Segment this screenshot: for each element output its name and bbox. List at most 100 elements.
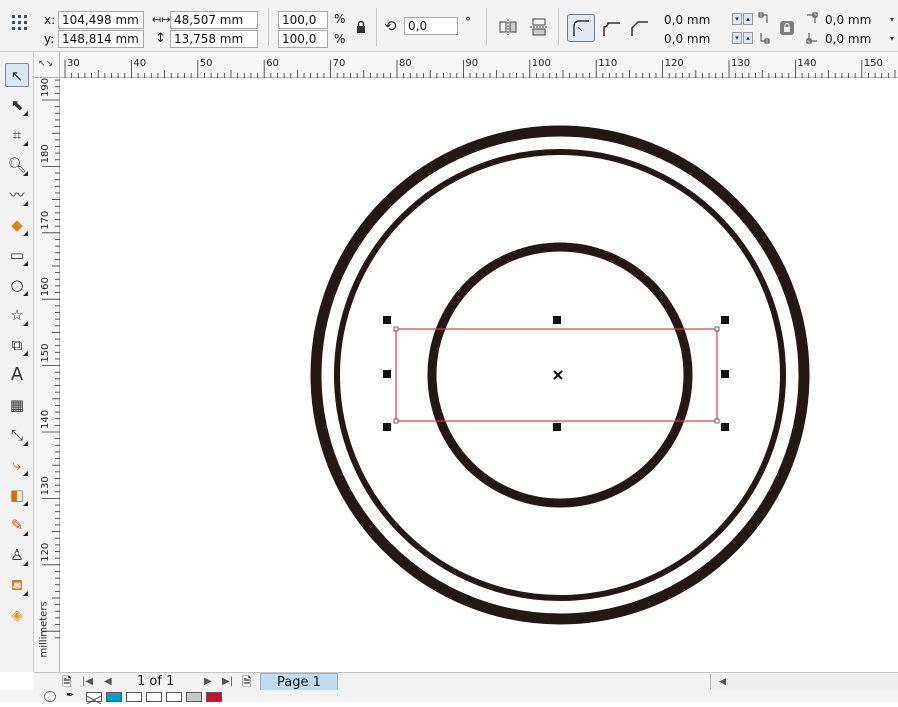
outline-pen-button[interactable]: ♙ <box>5 543 29 567</box>
smart-fill-button[interactable]: ◆ <box>5 213 29 237</box>
chamfered-corner-button[interactable] <box>628 16 650 38</box>
ruler-label: 70 <box>333 58 346 69</box>
rectangle-tool-button[interactable]: ▭ <box>5 243 29 267</box>
scalloped-corner-button[interactable] <box>600 16 622 38</box>
y-position-field[interactable]: 148,814 mm <box>58 30 144 48</box>
no-color-swatch[interactable] <box>86 692 102 705</box>
color-swatch[interactable] <box>186 692 202 702</box>
spin-up-icon[interactable]: ▴ <box>743 13 753 25</box>
first-page-icon[interactable]: |◀ <box>82 674 94 690</box>
percent-y-label: % <box>334 32 346 46</box>
previous-page-icon[interactable]: ◀ <box>104 674 114 690</box>
basic-shapes-button[interactable]: ⧉ <box>5 333 29 357</box>
fill-bucket-button[interactable]: ⛾ <box>5 573 29 597</box>
fill-bucket-icon: ⛾ <box>10 576 24 594</box>
scroll-left-icon[interactable]: ◀ <box>719 674 726 690</box>
table-tool-icon: ▦ <box>9 396 25 414</box>
middle-ring-circle[interactable] <box>334 149 786 601</box>
color-swatch[interactable] <box>106 692 122 702</box>
ruler-unit-label: millimeters <box>38 601 50 658</box>
width-field[interactable]: 48,507 mm <box>170 11 258 29</box>
color-swatch[interactable] <box>206 692 222 702</box>
height-field[interactable]: 13,758 mm <box>170 30 258 48</box>
corner-radius-top-right-field[interactable]: 0,0 mm <box>821 11 891 29</box>
corner-radius-top-left-field[interactable]: 0,0 mm <box>660 11 728 29</box>
scale-y-field[interactable]: 100,0 <box>278 30 328 48</box>
dropdown-arrow-icon[interactable]: ▾ <box>890 13 898 27</box>
eyedropper-icon[interactable]: ✒ <box>66 690 80 702</box>
width-icon: ↤↦ <box>152 13 171 26</box>
separator <box>376 8 377 46</box>
document-palette-icon[interactable] <box>44 691 56 702</box>
spin-down-icon[interactable]: ▾ <box>732 32 742 44</box>
corner-radius-bottom-right-field[interactable]: 0,0 mm <box>821 30 891 48</box>
ellipse-tool-button[interactable]: ○ <box>5 273 29 297</box>
add-page-after-icon[interactable]: 🗎 <box>242 674 256 690</box>
corner-top-right-small-icon <box>806 12 818 24</box>
selected-rectangle[interactable] <box>395 328 718 422</box>
ruler-label: 50 <box>200 58 213 69</box>
drawing-canvas[interactable] <box>60 78 898 672</box>
center-marker-icon[interactable] <box>553 370 563 380</box>
next-page-icon[interactable]: ▶ <box>204 674 214 690</box>
blend-tool-button[interactable]: ◧ <box>5 483 29 507</box>
property-bar: x: 104,498 mm y: 148,814 mm ↤↦ 48,507 mm… <box>0 0 898 52</box>
rectangle-corner-nodes <box>393 326 720 424</box>
ruler-label: 170 <box>40 211 51 230</box>
add-page-before-icon[interactable]: 🗎 <box>62 674 76 690</box>
polygon-tool-button[interactable]: ☆ <box>5 303 29 327</box>
vertical-ruler[interactable]: 190 180 170 160 150 140 130 120 millimeters <box>34 78 60 672</box>
y-label: y: <box>44 32 55 46</box>
shape-tool-button[interactable]: ⬉ <box>5 93 29 117</box>
table-tool-button[interactable]: ▦ <box>5 393 29 417</box>
ruler-label: 120 <box>665 58 684 69</box>
connector-tool-button[interactable]: ⤷ <box>5 453 29 477</box>
scale-x-field[interactable]: 100,0 <box>278 11 328 29</box>
dropdown-arrow-icon[interactable]: ▾ <box>890 32 898 46</box>
smart-fill-icon: ◆ <box>11 216 23 234</box>
ruler-origin[interactable]: ↖↘ <box>34 52 60 78</box>
horizontal-scrollbar[interactable]: ◀ <box>710 674 898 690</box>
pick-tool-button[interactable]: ↖ <box>5 63 29 87</box>
object-origin-icon[interactable] <box>10 12 30 32</box>
shape-tool-icon: ⬉ <box>10 96 24 114</box>
color-swatch[interactable] <box>146 692 162 702</box>
round-corner-button[interactable] <box>567 14 595 42</box>
horizontal-ruler[interactable]: 30 40 50 60 70 80 90 100 110 120 130 140 150 <box>60 52 898 78</box>
inner-ring-circle[interactable] <box>427 242 693 508</box>
ruler-label: 190 <box>40 78 51 97</box>
lock-ratio-icon[interactable] <box>354 20 368 34</box>
x-label: x: <box>44 13 56 27</box>
x-position-field[interactable]: 104,498 mm <box>58 11 144 29</box>
corner-radius-bottom-left-field[interactable]: 0,0 mm <box>660 30 728 48</box>
lock-corners-icon[interactable] <box>779 20 795 36</box>
crop-tool-button[interactable]: ⌗ <box>5 123 29 147</box>
ruler-label: 120 <box>40 543 51 562</box>
ruler-label: 30 <box>67 58 80 69</box>
text-tool-button[interactable]: A <box>5 363 29 387</box>
ruler-label: 130 <box>40 476 51 495</box>
spin-down-icon[interactable]: ▾ <box>732 13 742 25</box>
color-swatch[interactable] <box>166 692 182 702</box>
ruler-label: 160 <box>40 277 51 296</box>
ruler-label: 40 <box>133 58 146 69</box>
interactive-fill-icon: ◈ <box>11 606 23 624</box>
text-tool-icon: A <box>10 364 24 385</box>
spin-up-icon[interactable]: ▴ <box>743 32 753 44</box>
blend-tool-icon: ◧ <box>9 486 25 504</box>
zoom-tool-button[interactable]: 🔍︎ <box>5 153 29 177</box>
interactive-fill-button[interactable]: ◈ <box>5 603 29 627</box>
last-page-icon[interactable]: ▶| <box>222 674 236 690</box>
color-eyedropper-button[interactable]: ✎ <box>5 513 29 537</box>
freehand-tool-button[interactable]: 〰 <box>5 183 29 207</box>
mirror-horizontal-button[interactable] <box>497 16 519 38</box>
dimension-tool-icon: ⤡ <box>10 426 23 444</box>
ruler-label: 100 <box>532 58 551 69</box>
percent-x-label: % <box>334 12 346 26</box>
rotation-field[interactable]: 0,0 <box>404 17 458 35</box>
color-swatch[interactable] <box>126 692 142 702</box>
mirror-vertical-button[interactable] <box>528 16 550 38</box>
drawing-area[interactable] <box>60 78 898 672</box>
separator <box>558 8 559 46</box>
dimension-tool-button[interactable]: ⤡ <box>5 423 29 447</box>
